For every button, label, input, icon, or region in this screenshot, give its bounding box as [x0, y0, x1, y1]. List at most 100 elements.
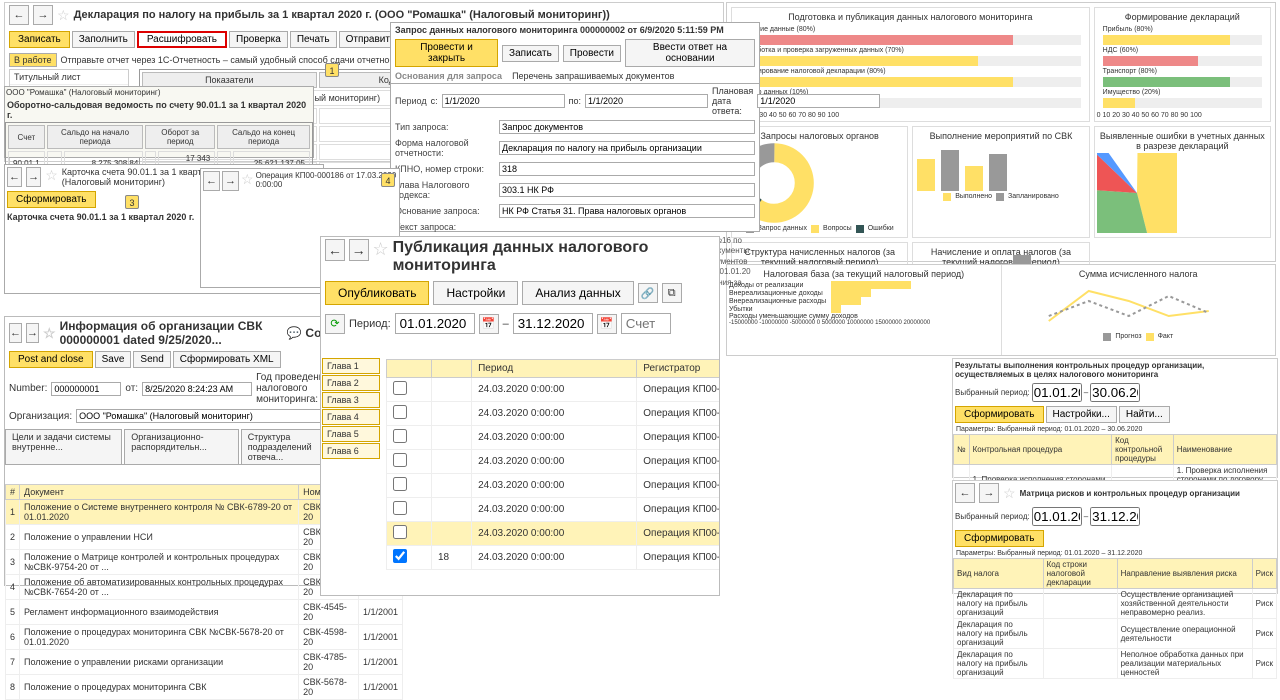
decipher-button[interactable]: Расшифровать — [137, 31, 227, 48]
nav-title-sheet[interactable]: Титульный лист — [10, 70, 128, 85]
chapter-item[interactable]: Глава 6 — [322, 443, 380, 459]
fwd-icon[interactable]: → — [349, 239, 369, 261]
back-icon[interactable]: ← — [203, 171, 220, 191]
fill-button[interactable]: Заполнить — [72, 31, 135, 48]
fwd-icon[interactable]: → — [33, 5, 53, 25]
link-icon[interactable]: 🔗 — [638, 283, 658, 303]
row-checkbox[interactable] — [393, 429, 407, 443]
form-xml-button[interactable]: Сформировать XML — [173, 351, 281, 368]
check-button[interactable]: Проверка — [229, 31, 288, 48]
kpno-field[interactable] — [499, 162, 755, 176]
star-icon[interactable]: ☆ — [45, 167, 58, 187]
row-checkbox[interactable] — [393, 453, 407, 467]
chapter-item[interactable]: Глава 1 — [322, 358, 380, 374]
back-icon[interactable]: ← — [9, 323, 22, 343]
table-row[interactable]: 24.03.2020 0:00:00Операция КП00-000186 о… — [387, 498, 720, 522]
period-from[interactable] — [1032, 383, 1082, 402]
print-button[interactable]: Печать — [290, 31, 337, 48]
tab-docs[interactable]: Перечень запрашиваемых документов — [512, 71, 674, 81]
form-button[interactable]: Сформировать — [955, 530, 1044, 547]
form-button[interactable]: Сформировать — [7, 191, 96, 208]
col[interactable]: Регистратор — [637, 360, 719, 378]
period-to[interactable] — [513, 313, 593, 334]
fwd-icon[interactable]: → — [979, 483, 999, 503]
star-icon[interactable]: ☆ — [43, 325, 56, 342]
basis-field[interactable] — [499, 204, 755, 218]
tab-goals[interactable]: Цели и задачи системы внутренне... — [5, 429, 122, 464]
find-button[interactable]: Найти... — [1119, 406, 1170, 423]
row-checkbox[interactable] — [393, 549, 407, 563]
calendar-icon[interactable]: 📅 — [597, 314, 617, 334]
form-button[interactable]: Сформировать — [955, 406, 1044, 423]
write-button[interactable]: Записать — [502, 45, 559, 62]
star-icon[interactable]: ☆ — [373, 239, 389, 275]
settings-button[interactable]: Настройки... — [1046, 406, 1117, 423]
send-button[interactable]: Send — [133, 351, 170, 368]
table-row[interactable]: 24.03.2020 0:00:00Операция КП00-000186 о… — [387, 450, 720, 474]
chapters-nav: Глава 1 Глава 2 Глава 3 Глава 4 Глава 5 … — [321, 357, 381, 460]
table-row[interactable]: 24.03.2020 0:00:00Операция КП00-000186 о… — [387, 378, 720, 402]
plan-date[interactable] — [757, 94, 880, 108]
chapter-item[interactable]: Глава 4 — [322, 409, 380, 425]
chapter-field[interactable] — [499, 183, 755, 197]
table-row[interactable]: 24.03.2020 0:00:00Операция КП00-000186 о… — [387, 474, 720, 498]
back-icon[interactable]: ← — [9, 5, 29, 25]
table-row[interactable]: 8Положение о процедурах мониторинга СВКС… — [6, 675, 403, 700]
copy-icon[interactable]: ⧉ — [662, 283, 682, 303]
post-close-button[interactable]: Post and close — [9, 351, 93, 368]
table-row[interactable]: Декларация по налогу на прибыль организа… — [954, 589, 1277, 619]
settings-button[interactable]: Настройки — [433, 281, 518, 305]
table-row[interactable]: Декларация по налогу на прибыль организа… — [954, 649, 1277, 679]
fwd-icon[interactable]: → — [222, 171, 239, 191]
table-row[interactable]: 5Регламент информационного взаимодействи… — [6, 600, 403, 625]
star-icon[interactable]: ☆ — [57, 7, 70, 24]
number-field[interactable] — [51, 382, 121, 396]
publish-button[interactable]: Опубликовать — [325, 281, 429, 305]
period-from[interactable] — [1032, 507, 1082, 526]
col[interactable] — [431, 360, 471, 378]
tax-form[interactable] — [499, 141, 755, 155]
star-icon[interactable]: ☆ — [241, 171, 254, 191]
row-checkbox[interactable] — [393, 381, 407, 395]
fwd-icon[interactable]: → — [26, 323, 39, 343]
table-row[interactable]: Декларация по налогу на прибыль организа… — [954, 619, 1277, 649]
row-checkbox[interactable] — [393, 477, 407, 491]
account-input[interactable] — [621, 313, 671, 334]
request-type[interactable] — [499, 120, 755, 134]
period-to[interactable] — [1090, 383, 1140, 402]
date-field[interactable] — [142, 382, 252, 396]
chapter-item[interactable]: Глава 3 — [322, 392, 380, 408]
save-button[interactable]: Save — [95, 351, 132, 368]
period-to[interactable] — [1090, 507, 1140, 526]
row-checkbox[interactable] — [393, 501, 407, 515]
table-row[interactable]: 1824.03.2020 0:00:00Операция КП00-000186… — [387, 546, 720, 570]
period-from[interactable] — [395, 313, 475, 334]
table-row[interactable]: 24.03.2020 0:00:00Операция КП00-000186 о… — [387, 402, 720, 426]
col[interactable] — [387, 360, 432, 378]
period-to[interactable] — [585, 94, 708, 108]
back-icon[interactable]: ← — [7, 167, 22, 187]
table-row[interactable]: 7Положение о управлении рисками организа… — [6, 650, 403, 675]
star-icon[interactable]: ☆ — [1003, 485, 1016, 502]
post-button[interactable]: Провести — [563, 45, 621, 62]
row-checkbox[interactable] — [393, 525, 407, 539]
fwd-icon[interactable]: → — [26, 167, 41, 187]
period-from[interactable] — [442, 94, 565, 108]
chapter-item[interactable]: Глава 5 — [322, 426, 380, 442]
write-button[interactable]: Записать — [9, 31, 70, 48]
calendar-icon[interactable]: 📅 — [479, 314, 499, 334]
tab-org[interactable]: Организационно-распорядительн... — [124, 429, 238, 464]
reply-button[interactable]: Ввести ответ на основании — [625, 39, 755, 67]
table-row[interactable]: 24.03.2020 0:00:00Операция КП00-000186 о… — [387, 522, 720, 546]
back-icon[interactable]: ← — [325, 239, 345, 261]
analysis-button[interactable]: Анализ данных — [522, 281, 633, 305]
back-icon[interactable]: ← — [955, 483, 975, 503]
col[interactable]: Период — [472, 360, 637, 378]
chapter-item[interactable]: Глава 2 — [322, 375, 380, 391]
row-checkbox[interactable] — [393, 405, 407, 419]
tab-basis[interactable]: Основания для запроса — [395, 71, 502, 81]
table-row[interactable]: 24.03.2020 0:00:00Операция КП00-000186 о… — [387, 426, 720, 450]
post-close-button[interactable]: Провести и закрыть — [395, 39, 498, 67]
refresh-icon[interactable]: ⟳ — [325, 314, 345, 334]
table-row[interactable]: 6Положение о процедурах мониторинга СВК … — [6, 625, 403, 650]
